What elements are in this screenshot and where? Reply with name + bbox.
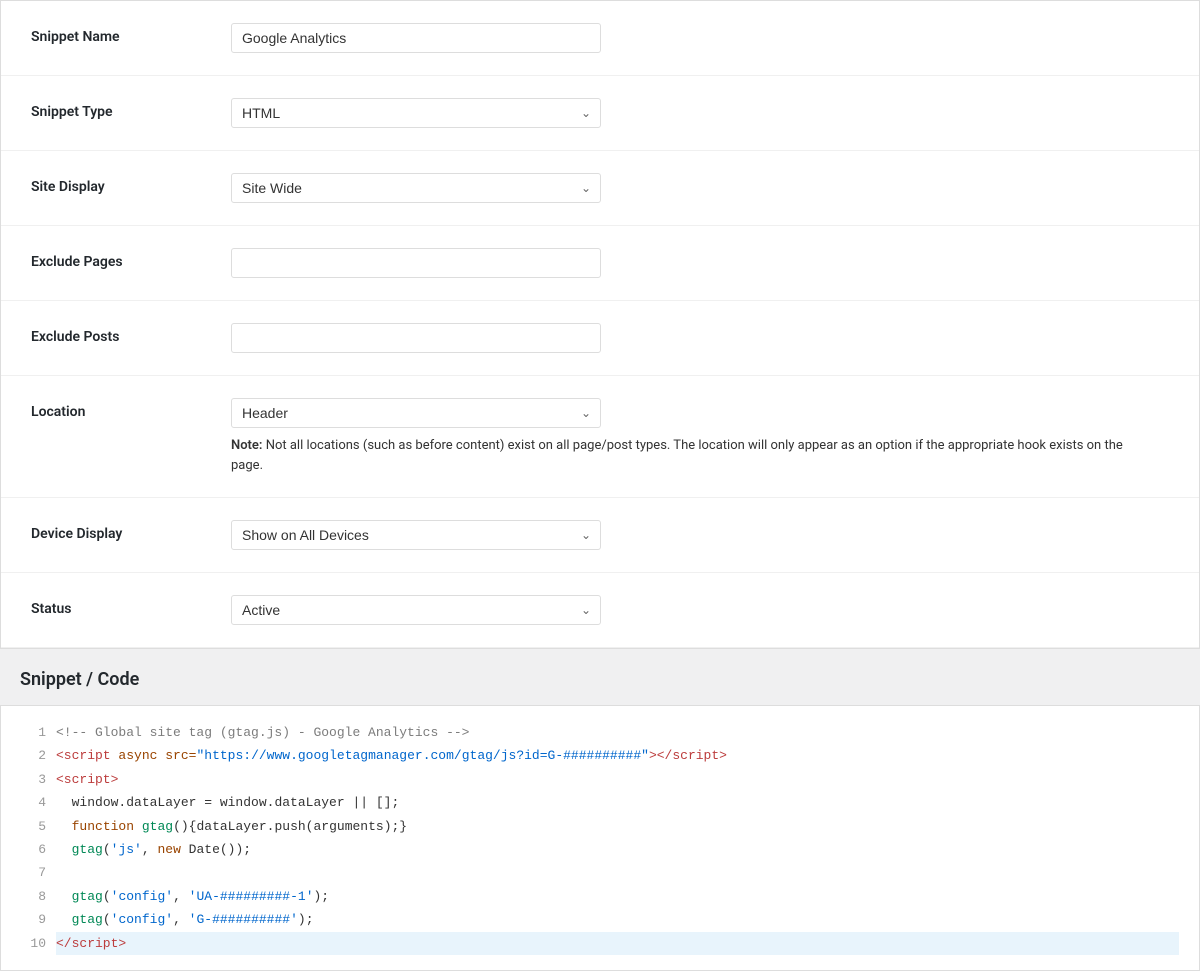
snippet-name-row: Snippet Name (1, 1, 1199, 76)
status-row: Status Active Inactive ⌄ (1, 573, 1199, 648)
code-content-8: gtag('config', 'UA-#########-1'); (56, 885, 1179, 908)
exclude-pages-input[interactable] (231, 248, 601, 278)
site-display-row: Site Display Site Wide Specific Pages Sp… (1, 151, 1199, 226)
snippet-type-select[interactable]: HTML JavaScript CSS (231, 98, 601, 128)
exclude-posts-input[interactable] (231, 323, 601, 353)
device-display-select[interactable]: Show on All Devices Desktop Only Mobile … (231, 520, 601, 550)
line-num-1: 1 (21, 721, 46, 744)
code-line-9: 9 gtag('config', 'G-##########'); (21, 908, 1179, 931)
status-select[interactable]: Active Inactive (231, 595, 601, 625)
site-display-select-wrapper: Site Wide Specific Pages Specific Posts … (231, 173, 601, 203)
location-control: Header Footer Before Content After Conte… (231, 398, 1169, 475)
code-line-1: 1 <!-- Global site tag (gtag.js) - Googl… (21, 721, 1179, 744)
code-content-9: gtag('config', 'G-##########'); (56, 908, 1179, 931)
snippet-section-title: Snippet / Code (0, 669, 1200, 705)
device-display-label: Device Display (31, 520, 231, 542)
line-num-7: 7 (21, 861, 46, 884)
line-num-6: 6 (21, 838, 46, 861)
code-line-8: 8 gtag('config', 'UA-#########-1'); (21, 885, 1179, 908)
exclude-pages-row: Exclude Pages (1, 226, 1199, 301)
code-block: 1 <!-- Global site tag (gtag.js) - Googl… (0, 705, 1200, 971)
location-row: Location Header Footer Before Content Af… (1, 376, 1199, 498)
location-select-wrapper: Header Footer Before Content After Conte… (231, 398, 601, 428)
snippet-name-control (231, 23, 1169, 53)
snippet-section: Snippet / Code 1 <!-- Global site tag (g… (0, 649, 1200, 971)
code-line-3: 3 <script> (21, 768, 1179, 791)
code-content-5: function gtag(){dataLayer.push(arguments… (56, 815, 1179, 838)
status-control: Active Inactive ⌄ (231, 595, 1169, 625)
snippet-type-select-wrapper: HTML JavaScript CSS ⌄ (231, 98, 601, 128)
site-display-control: Site Wide Specific Pages Specific Posts … (231, 173, 1169, 203)
code-line-4: 4 window.dataLayer = window.dataLayer ||… (21, 791, 1179, 814)
line-num-5: 5 (21, 815, 46, 838)
code-content-3: <script> (56, 768, 1179, 791)
code-content-4: window.dataLayer = window.dataLayer || [… (56, 791, 1179, 814)
location-label: Location (31, 398, 231, 420)
site-display-select[interactable]: Site Wide Specific Pages Specific Posts (231, 173, 601, 203)
code-content-7 (56, 861, 1179, 884)
code-line-5: 5 function gtag(){dataLayer.push(argumen… (21, 815, 1179, 838)
status-label: Status (31, 595, 231, 617)
snippet-name-label: Snippet Name (31, 23, 231, 45)
code-line-10: 10 </script> (21, 932, 1179, 955)
device-display-select-wrapper: Show on All Devices Desktop Only Mobile … (231, 520, 601, 550)
exclude-pages-control (231, 248, 1169, 278)
location-note: Note: Not all locations (such as before … (231, 436, 1131, 475)
code-content-1: <!-- Global site tag (gtag.js) - Google … (56, 721, 1179, 744)
line-num-4: 4 (21, 791, 46, 814)
snippet-type-label: Snippet Type (31, 98, 231, 120)
code-line-6: 6 gtag('js', new Date()); (21, 838, 1179, 861)
exclude-posts-control (231, 323, 1169, 353)
line-num-8: 8 (21, 885, 46, 908)
code-line-7: 7 (21, 861, 1179, 884)
line-num-9: 9 (21, 908, 46, 931)
code-content-6: gtag('js', new Date()); (56, 838, 1179, 861)
code-line-2: 2 <script async src="https://www.googlet… (21, 744, 1179, 767)
line-num-2: 2 (21, 744, 46, 767)
code-content-2: <script async src="https://www.googletag… (56, 744, 1179, 767)
device-display-row: Device Display Show on All Devices Deskt… (1, 498, 1199, 573)
status-select-wrapper: Active Inactive ⌄ (231, 595, 601, 625)
site-display-label: Site Display (31, 173, 231, 195)
device-display-control: Show on All Devices Desktop Only Mobile … (231, 520, 1169, 550)
exclude-posts-label: Exclude Posts (31, 323, 231, 345)
exclude-pages-label: Exclude Pages (31, 248, 231, 270)
snippet-name-input[interactable] (231, 23, 601, 53)
location-select[interactable]: Header Footer Before Content After Conte… (231, 398, 601, 428)
snippet-type-row: Snippet Type HTML JavaScript CSS ⌄ (1, 76, 1199, 151)
exclude-posts-row: Exclude Posts (1, 301, 1199, 376)
line-num-3: 3 (21, 768, 46, 791)
code-content-10: </script> (56, 932, 1179, 955)
snippet-type-control: HTML JavaScript CSS ⌄ (231, 98, 1169, 128)
snippet-form: Snippet Name Snippet Type HTML JavaScrip… (0, 0, 1200, 649)
line-num-10: 10 (21, 932, 46, 955)
